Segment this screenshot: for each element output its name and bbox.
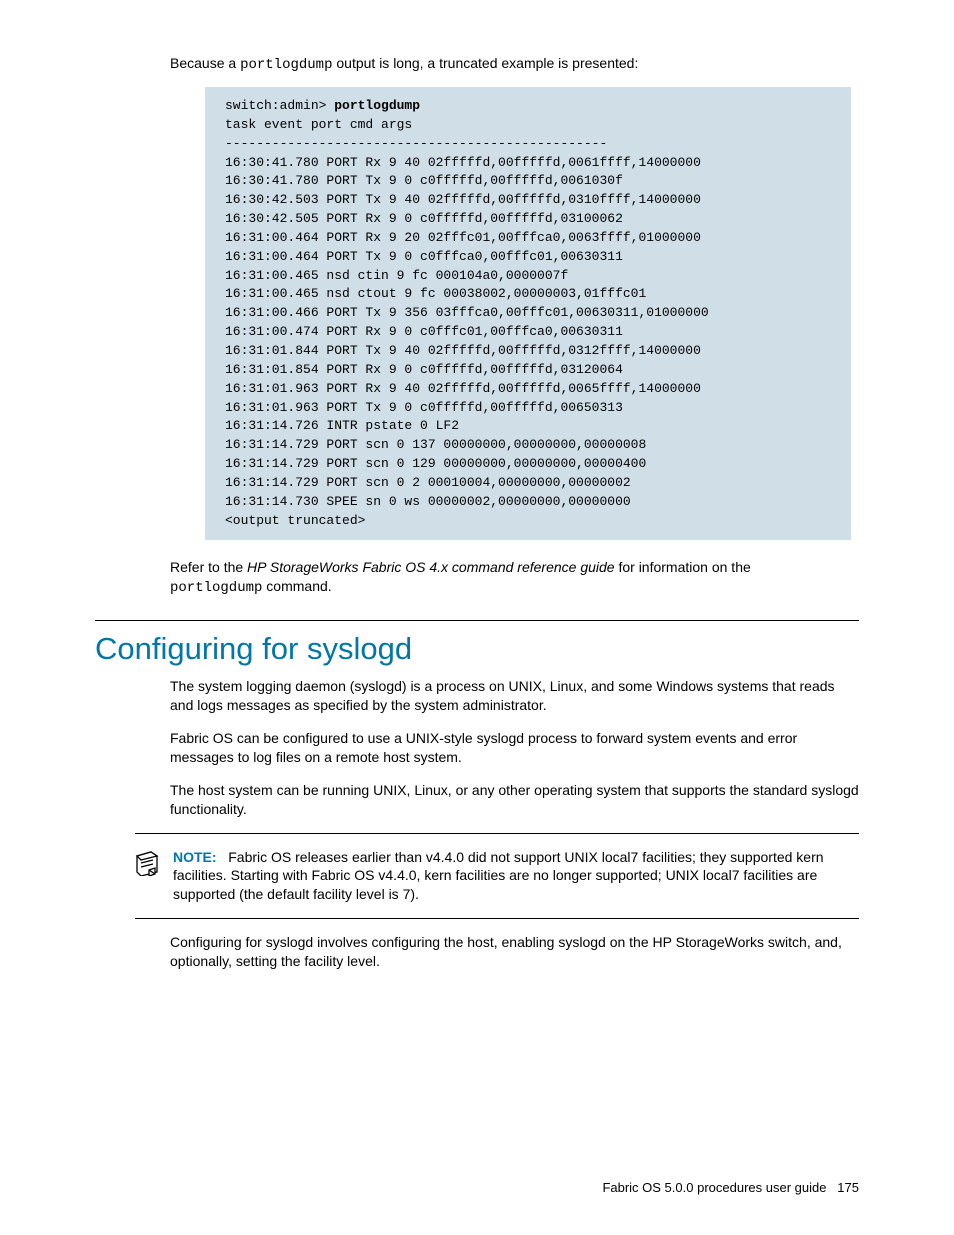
intro-paragraph: Because a portlogdump output is long, a … xyxy=(170,55,859,73)
refer-mid: for information on the xyxy=(615,559,751,575)
body-paragraph-2: Fabric OS can be configured to use a UNI… xyxy=(170,729,859,767)
body-paragraph-1: The system logging daemon (syslogd) is a… xyxy=(170,677,859,715)
intro-after: output is long, a truncated example is p… xyxy=(332,55,638,71)
note-text: Fabric OS releases earlier than v4.4.0 d… xyxy=(173,849,824,903)
refer-paragraph: Refer to the HP StorageWorks Fabric OS 4… xyxy=(170,558,859,598)
intro-command: portlogdump xyxy=(240,57,332,73)
note-icon xyxy=(135,848,159,905)
document-page: Because a portlogdump output is long, a … xyxy=(0,0,954,1235)
refer-after: command. xyxy=(262,578,331,594)
note-block: NOTE: Fabric OS releases earlier than v4… xyxy=(135,833,859,920)
code-example-block: switch:admin> portlogdump task event por… xyxy=(205,87,851,540)
refer-before: Refer to the xyxy=(170,559,247,575)
section-heading: Configuring for syslogd xyxy=(95,631,859,667)
code-prompt: switch:admin> xyxy=(225,98,334,113)
refer-doc: HP StorageWorks Fabric OS 4.x command re… xyxy=(247,559,615,575)
intro-before: Because a xyxy=(170,55,240,71)
section-divider xyxy=(95,620,859,621)
refer-cmd: portlogdump xyxy=(170,580,262,596)
note-bottom-rule xyxy=(135,918,859,919)
code-command: portlogdump xyxy=(334,98,420,113)
note-label: NOTE: xyxy=(173,849,217,865)
note-body: NOTE: Fabric OS releases earlier than v4… xyxy=(173,848,859,905)
body-paragraph-3: The host system can be running UNIX, Lin… xyxy=(170,781,859,819)
footer-page: 175 xyxy=(837,1180,859,1195)
note-row: NOTE: Fabric OS releases earlier than v4… xyxy=(135,848,859,905)
code-output: task event port cmd args ---------------… xyxy=(225,117,709,528)
footer-title: Fabric OS 5.0.0 procedures user guide xyxy=(602,1180,826,1195)
note-top-rule xyxy=(135,833,859,834)
body-paragraph-4: Configuring for syslogd involves configu… xyxy=(170,933,859,971)
page-footer: Fabric OS 5.0.0 procedures user guide 17… xyxy=(602,1180,859,1195)
